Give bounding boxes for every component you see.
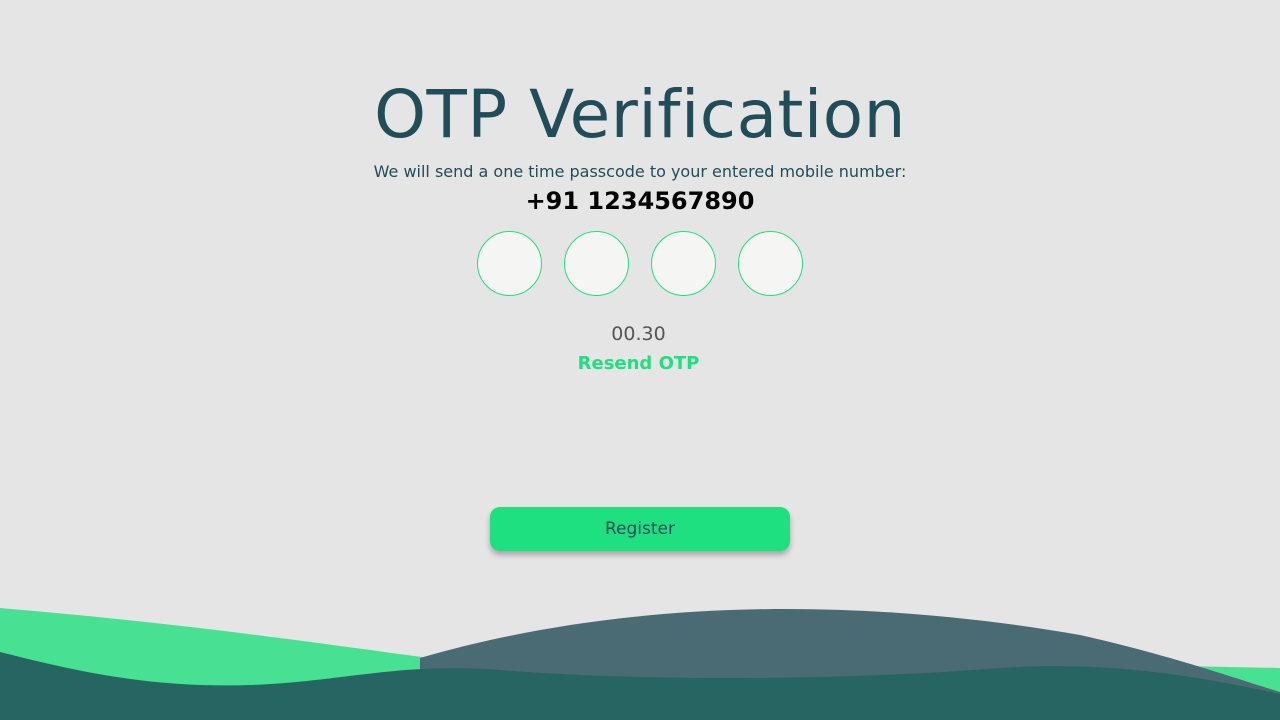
countdown-timer: 00.30 (611, 323, 666, 345)
resend-otp-container: Resend OTP (0, 352, 1277, 376)
decorative-waves (0, 608, 1280, 720)
otp-digit-1-input[interactable] (477, 231, 542, 296)
instruction-text: We will send a one time passcode to your… (373, 162, 907, 181)
otp-verification-page: OTP Verification We will send a one time… (0, 0, 1280, 720)
otp-digit-3-input[interactable] (651, 231, 716, 296)
page-title: OTP Verification (374, 76, 906, 153)
otp-digit-4-input[interactable] (738, 231, 803, 296)
phone-number: +91 1234567890 (525, 187, 755, 215)
otp-input-group (0, 231, 1280, 296)
resend-otp-link[interactable]: Resend OTP (578, 353, 700, 374)
register-button[interactable]: Register (490, 507, 790, 551)
otp-digit-2-input[interactable] (564, 231, 629, 296)
